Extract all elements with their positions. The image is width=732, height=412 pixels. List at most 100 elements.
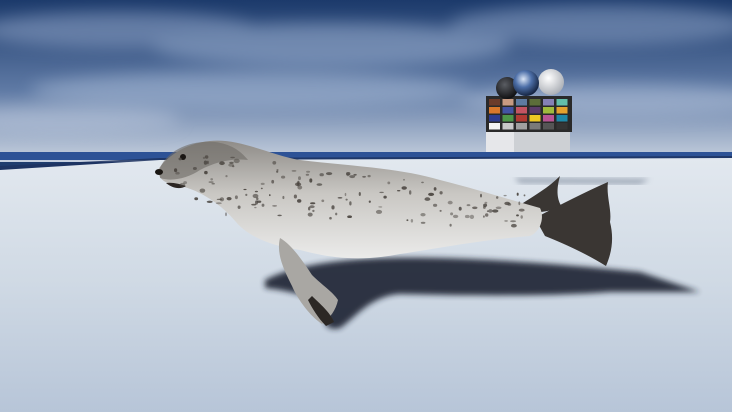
seal-spot [383,195,387,199]
white-sphere [538,69,564,95]
seal-spot [174,168,178,173]
seal-spot [291,170,297,172]
color-swatch [502,99,514,106]
seal-spot [192,167,197,170]
seal-spot [397,190,401,192]
prop-shadow [514,178,650,184]
seal-spot [523,194,526,197]
seal-spot [516,214,519,217]
color-swatch [516,107,527,114]
color-swatch [516,115,527,122]
seal-spot [485,213,489,217]
seal-spot [203,160,208,165]
color-swatch [543,107,554,114]
seal-spot [281,175,286,179]
seal-spot [439,209,442,212]
seal-spot [483,203,488,207]
color-swatch [516,99,527,106]
seal-spot [206,200,213,203]
seal-spot [520,215,523,219]
seal-spot [409,190,412,195]
viewport [0,0,732,412]
seal-spot [226,197,232,201]
seal-spot [472,206,478,210]
seal-spot [254,190,258,193]
seal-spot [337,197,343,199]
seal-spot [204,155,209,159]
scene-render [0,0,732,412]
color-swatch [489,123,500,130]
seal-spot [492,209,499,213]
seal-spot [503,194,507,197]
seal-spot [488,209,493,213]
seal-spot [483,215,485,218]
seal-spot [210,178,213,181]
seal-spot [469,214,475,219]
seal-spot [378,206,383,208]
seal-spot [335,212,338,216]
seal-spot [276,170,279,173]
color-swatch [556,123,568,130]
color-swatch [543,99,554,106]
seal-spot [345,198,348,201]
seal-spot [234,195,238,200]
seal-spot [297,185,303,190]
seal-spot [516,192,519,196]
chrome-sphere [513,70,539,96]
seal-spot [309,178,313,183]
seal-spot [326,172,333,176]
color-swatch [543,123,554,130]
seal-spot [260,187,263,190]
seal-spot [518,208,525,212]
seal-spot [237,205,241,209]
color-swatch [489,107,500,114]
seal-spot [466,204,471,207]
seal-spot [245,193,248,196]
color-swatch [502,115,514,122]
seal-spot [208,181,214,183]
seal-spot [254,206,257,209]
seal-spot [194,197,199,201]
seal-spot [252,193,259,199]
seal-spot [368,200,371,203]
color-swatch [502,107,514,114]
seal-spot [480,193,482,198]
seal-spot [484,201,488,204]
seal-spot [449,223,452,227]
color-swatch [529,115,541,122]
seal-spot [403,178,405,181]
seal-spot [346,172,351,176]
reference-props [486,69,572,152]
seal-spot [447,200,453,205]
seal-spot [219,161,225,166]
seal-spot [251,203,257,206]
seal-spot [331,205,335,210]
seal-spot [219,197,225,202]
seal-spot [215,202,222,205]
seal-spot [362,175,366,178]
seal-spot [458,206,462,211]
seal-spot [178,157,182,161]
seal-spot [511,223,517,228]
seal-spot [230,156,235,159]
seal-spot [424,197,431,201]
seal-spot [298,176,301,181]
seal-spot [358,192,361,196]
seal-spot [269,194,271,197]
seal-spot [353,173,357,176]
seal-spot [496,196,499,199]
seal-spot [504,201,511,206]
seal-spot [401,186,407,190]
seal-spot [228,163,234,167]
seal-spot [349,201,352,206]
seal-spot [277,214,282,217]
seal-spot [199,188,206,193]
seal-spot [379,191,384,194]
seal-spot [282,195,285,200]
seal-spot [225,212,227,217]
seal-spot [433,203,438,207]
seal-spot [410,219,414,223]
seal-spot [316,183,323,186]
seal-spot [367,174,371,178]
color-swatch [529,107,541,114]
